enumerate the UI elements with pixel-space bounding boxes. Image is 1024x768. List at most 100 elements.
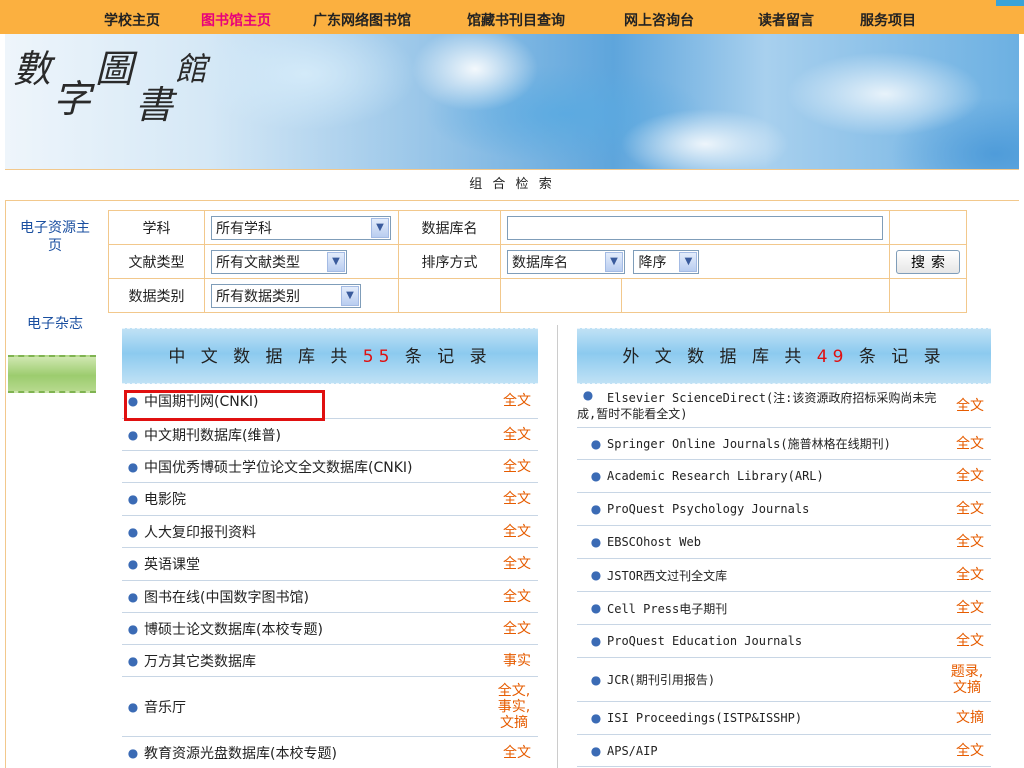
database-name[interactable]: EBSCOhost Web: [607, 535, 949, 549]
bullet-icon: ●: [127, 589, 139, 604]
list-item[interactable]: ● 中文期刊数据库(维普) 全文: [122, 419, 538, 451]
database-name[interactable]: 中国期刊网(CNKI): [144, 391, 496, 411]
list-item[interactable]: ● 教育资源光盘数据库(本校专题) 全文: [122, 737, 538, 768]
database-type: 全文: [956, 468, 984, 484]
database-name[interactable]: 万方其它类数据库: [144, 651, 496, 671]
sort-field-select[interactable]: 数据库名 ▼: [507, 249, 625, 274]
dbname-input[interactable]: [507, 215, 883, 240]
database-name[interactable]: 人大复印报刊资料: [144, 522, 496, 542]
bullet-icon: ●: [127, 427, 139, 442]
bullet-icon: ●: [127, 557, 139, 571]
category-select[interactable]: 所有数据类别 ▼: [211, 283, 361, 308]
bullet-icon: ●: [127, 394, 139, 408]
list-item[interactable]: ● JCR(期刊引用报告) 题录,文摘: [577, 658, 991, 702]
database-name[interactable]: 教育资源光盘数据库(本校专题): [144, 743, 496, 763]
database-type: 全文: [956, 742, 984, 759]
nav-reader-messages[interactable]: 读者留言: [758, 10, 814, 30]
database-name[interactable]: 音乐厅: [144, 697, 496, 717]
panel-divider: [557, 325, 558, 768]
sidebar-item-ejournals[interactable]: 电子杂志: [14, 315, 96, 333]
list-item[interactable]: ● ProQuest Psychology Journals 全文: [577, 493, 991, 526]
database-name[interactable]: APS/AIP: [607, 744, 949, 758]
nav-online-reference[interactable]: 网上咨询台: [624, 10, 694, 30]
list-item[interactable]: ● 万方其它类数据库 事实: [122, 645, 538, 677]
search-button[interactable]: 搜索: [896, 249, 960, 274]
database-name[interactable]: 电影院: [144, 489, 496, 509]
nav-school-home[interactable]: 学校主页: [104, 10, 160, 30]
chevron-down-icon: ▼: [371, 217, 389, 238]
list-item[interactable]: ● Elsevier ScienceDirect(注:该资源政府招标采购尚未完成,…: [577, 384, 991, 428]
list-item[interactable]: ● Academic Research Library(ARL) 全文: [577, 460, 991, 493]
list-item[interactable]: ● 图书在线(中国数字图书馆) 全文: [122, 581, 538, 613]
list-item[interactable]: ● 英语课堂 全文: [122, 548, 538, 581]
banner-calligraphy: 字: [53, 77, 92, 121]
database-type: 全文: [503, 556, 531, 572]
database-name[interactable]: 英语课堂: [144, 554, 496, 574]
database-name[interactable]: 图书在线(中国数字图书馆): [144, 587, 496, 607]
database-name[interactable]: 中国优秀博硕士学位论文全文数据库(CNKI): [144, 457, 496, 477]
foreign-database-header: 外 文 数 据 库 共 49 条 记 录: [577, 328, 991, 384]
list-item[interactable]: ● JSTOR西文过刊全文库 全文: [577, 559, 991, 592]
database-type: 全文: [956, 501, 984, 517]
record-count: 49: [816, 347, 849, 367]
database-name[interactable]: JSTOR西文过刊全文库: [607, 567, 949, 584]
banner-calligraphy: 館: [175, 50, 208, 88]
database-name[interactable]: ISI Proceedings(ISTP&ISSHP): [607, 711, 949, 725]
subject-select[interactable]: 所有学科 ▼: [211, 215, 391, 240]
database-name[interactable]: 中文期刊数据库(维普): [144, 425, 496, 445]
bullet-icon: ●: [590, 568, 602, 582]
bullet-icon: ●: [127, 699, 139, 714]
combined-search-form: 学科 所有学科 ▼ 数据库名 文献类型 所有文献类型 ▼ 排序方式 数据库名 ▼: [108, 210, 967, 313]
database-name[interactable]: Cell Press电子期刊: [607, 600, 949, 617]
bullet-icon: ●: [590, 469, 602, 483]
database-type: 全文: [503, 620, 531, 637]
digital-library-banner: 數 字 圖 書 館: [5, 34, 1019, 169]
database-type: 事实: [503, 652, 531, 669]
database-type: 全文: [956, 534, 984, 550]
bullet-icon: ●: [127, 653, 139, 668]
database-name[interactable]: Springer Online Journals(施普林格在线期刊): [607, 435, 949, 452]
nav-guangdong-network-library[interactable]: 广东网络图书馆: [313, 10, 411, 30]
banner-calligraphy: 數: [13, 47, 52, 91]
bullet-icon: ●: [127, 492, 139, 506]
list-item[interactable]: ● EBSCOhost Web 全文: [577, 526, 991, 559]
list-item[interactable]: ● ProQuest Education Journals 全文: [577, 625, 991, 658]
database-name[interactable]: ProQuest Education Journals: [607, 634, 949, 648]
list-item[interactable]: ● Springer Online Journals(施普林格在线期刊) 全文: [577, 428, 991, 460]
list-item[interactable]: ● 人大复印报刊资料 全文: [122, 516, 538, 548]
header-text: 条 记 录: [394, 347, 492, 367]
bullet-icon: ●: [590, 711, 602, 725]
chevron-down-icon: ▼: [679, 251, 698, 272]
database-name[interactable]: Academic Research Library(ARL): [607, 469, 949, 483]
list-item[interactable]: ● 博硕士论文数据库(本校专题) 全文: [122, 613, 538, 645]
sidebar-item-eresources-home[interactable]: 电子资源主页: [14, 219, 96, 255]
record-count: 55: [362, 347, 395, 367]
list-item[interactable]: ● 中国期刊网(CNKI) 全文: [122, 384, 538, 419]
list-item[interactable]: ● 中国优秀博硕士学位论文全文数据库(CNKI) 全文: [122, 451, 538, 483]
nav-library-home[interactable]: 图书馆主页: [201, 10, 271, 30]
doctype-select[interactable]: 所有文献类型 ▼: [211, 249, 347, 274]
list-item[interactable]: ● 电影院 全文: [122, 483, 538, 516]
nav-services[interactable]: 服务项目: [860, 10, 916, 30]
database-type: 全文: [503, 426, 531, 443]
database-type: 全文,事实,文摘: [497, 682, 531, 731]
list-item[interactable]: ● APS/AIP 全文: [577, 735, 991, 767]
category-label: 数据类别: [108, 278, 205, 313]
nav-catalog-search[interactable]: 馆藏书刊目查询: [467, 10, 565, 30]
database-name[interactable]: Elsevier ScienceDirect(注:该资源政府招标采购尚未完成,暂…: [577, 390, 949, 422]
database-type: 全文: [503, 458, 531, 475]
bullet-icon: ●: [127, 621, 139, 636]
database-name[interactable]: 博硕士论文数据库(本校专题): [144, 619, 496, 639]
sort-order-select[interactable]: 降序 ▼: [633, 249, 700, 274]
database-name[interactable]: ProQuest Psychology Journals: [607, 502, 949, 516]
database-name[interactable]: JCR(期刊引用报告): [607, 671, 949, 688]
list-item[interactable]: ● ISI Proceedings(ISTP&ISSHP) 文摘: [577, 702, 991, 735]
chinese-database-panel: 中 文 数 据 库 共 55 条 记 录 ● 中国期刊网(CNKI) 全文 ● 中文期…: [122, 328, 538, 768]
bullet-icon: ●: [590, 672, 602, 687]
header-text: 中 文 数 据 库 共: [168, 347, 363, 367]
list-item[interactable]: ● 音乐厅 全文,事实,文摘: [122, 677, 538, 737]
bullet-icon: ●: [590, 436, 602, 451]
chevron-down-icon: ▼: [341, 285, 359, 306]
list-item[interactable]: ● Cell Press电子期刊 全文: [577, 592, 991, 625]
database-type: 全文: [956, 567, 984, 583]
